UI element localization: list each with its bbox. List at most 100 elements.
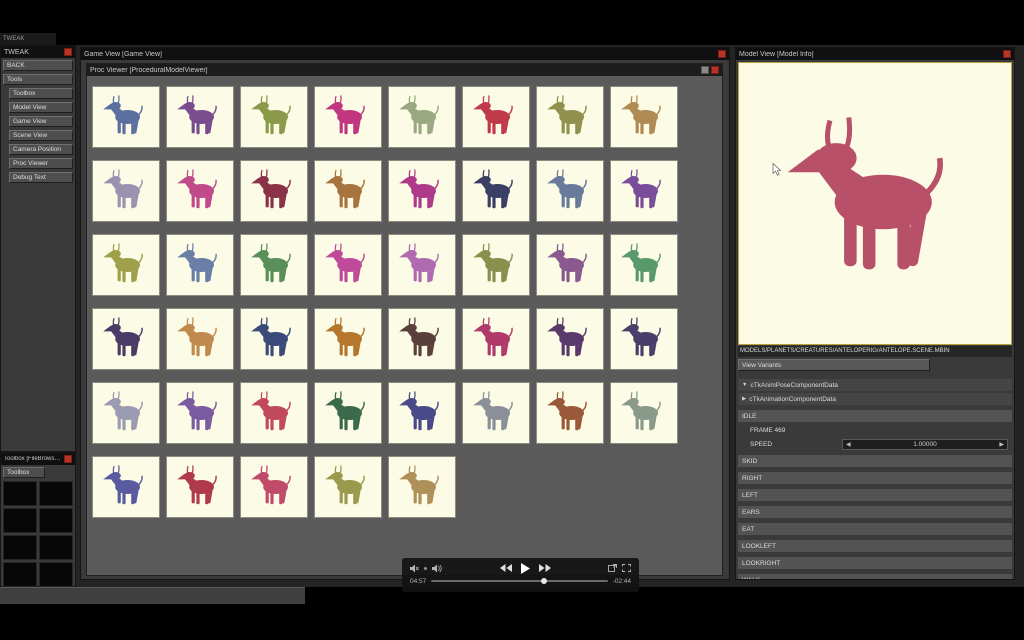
creature-thumbnail[interactable] [610,234,678,296]
close-icon[interactable] [1003,50,1011,58]
seek-slider[interactable] [431,578,608,584]
tweak-item-proc-viewer[interactable]: Proc Viewer [9,158,73,169]
anim-section-lookright[interactable]: LOOKRIGHT [738,557,1012,569]
seek-handle[interactable] [541,578,548,584]
creature-thumbnail[interactable] [314,308,382,370]
file-slot[interactable] [3,508,37,533]
fullscreen-icon[interactable] [622,564,631,572]
tweak-item-model-view[interactable]: Model View [9,102,73,113]
creature-thumbnail[interactable] [92,234,160,296]
close-icon[interactable] [711,66,719,74]
file-slot[interactable] [3,535,37,560]
file-slot[interactable] [39,508,73,533]
anim-section-skid[interactable]: SKID [738,455,1012,467]
creature-thumbnail[interactable] [240,160,308,222]
creature-thumbnail[interactable] [610,382,678,444]
file-slot[interactable] [39,535,73,560]
creature-thumbnail[interactable] [314,382,382,444]
anim-section-idle[interactable]: IDLE [738,410,1012,422]
creature-thumbnail[interactable] [610,86,678,148]
tweak-item-toolbox[interactable]: Toolbox [9,88,73,99]
creature-thumbnail[interactable] [388,86,456,148]
creature-thumbnail[interactable] [314,160,382,222]
spinner-left-arrow-icon[interactable]: ◀ [846,441,851,448]
creature-thumbnail[interactable] [462,382,530,444]
creature-thumbnail[interactable] [462,160,530,222]
speed-spinner[interactable]: ◀ 1.00000 ▶ [842,438,1008,450]
toolbox-button[interactable]: Toolbox [3,467,45,478]
creature-thumbnail[interactable] [462,308,530,370]
tweak-item-debug-text[interactable]: Debug Text [9,172,73,183]
volume-icon[interactable] [432,564,442,573]
creature-thumbnail[interactable] [240,382,308,444]
play-button[interactable] [520,562,530,574]
creature-thumbnail[interactable] [462,234,530,296]
creature-thumbnail[interactable] [388,308,456,370]
tweak-item-tools[interactable]: Tools [3,74,73,85]
creature-thumbnail[interactable] [166,308,234,370]
rewind-button[interactable] [499,564,512,572]
anim-section-ears[interactable]: EARS [738,506,1012,518]
close-icon[interactable] [64,48,72,56]
spinner-right-arrow-icon[interactable]: ▶ [999,441,1004,448]
creature-thumbnail[interactable] [166,160,234,222]
tweak-item-game-view[interactable]: Game View [9,116,73,127]
anim-section-lookleft[interactable]: LOOKLEFT [738,540,1012,552]
creature-thumbnail[interactable] [92,308,160,370]
creature-thumbnail[interactable] [166,86,234,148]
creature-thumbnail[interactable] [92,160,160,222]
creature-thumbnail[interactable] [92,456,160,518]
creature-thumbnail[interactable] [536,234,604,296]
creature-thumbnail[interactable] [314,456,382,518]
anim-section-walk[interactable]: WALK [738,574,1012,579]
anim-section-eat[interactable]: EAT [738,523,1012,535]
chevron-right-icon[interactable]: ▶ [742,396,746,402]
file-slot[interactable] [39,481,73,506]
view-variants-button[interactable]: View Variants [738,359,930,371]
chevron-down-icon[interactable]: ▼ [742,382,747,388]
game-view-titlebar[interactable]: Game View [Game View] [81,48,729,60]
creature-thumbnail[interactable] [536,160,604,222]
anim-section-right[interactable]: RIGHT [738,472,1012,484]
taskbar-tab[interactable]: TWEAK [0,33,56,45]
file-slot[interactable] [3,481,37,506]
tweak-titlebar[interactable]: TWEAK [1,46,75,58]
creature-thumbnail[interactable] [536,86,604,148]
tweak-item-camera-position[interactable]: Camera Position [9,144,73,155]
creature-thumbnail[interactable] [240,86,308,148]
file-slot[interactable] [39,562,73,587]
anim-section-left[interactable]: LEFT [738,489,1012,501]
close-icon[interactable] [718,50,726,58]
fast-forward-button[interactable] [538,564,551,572]
proc-viewer-titlebar[interactable]: Proc Viewer [ProceduralModelViewer] [87,64,722,76]
creature-thumbnail[interactable] [240,234,308,296]
creature-thumbnail[interactable] [166,382,234,444]
toolbox-titlebar[interactable]: Toolbox [FileBrowser] [1,453,75,465]
creature-thumbnail[interactable] [462,86,530,148]
creature-thumbnail[interactable] [388,382,456,444]
model-view-titlebar[interactable]: Model View [Model Info] [736,48,1014,60]
speed-spinner-row[interactable]: SPEED ◀ 1.00000 ▶ [738,438,1012,450]
creature-thumbnail[interactable] [314,234,382,296]
tweak-item-back[interactable]: BACK [3,60,73,71]
creature-thumbnail[interactable] [92,86,160,148]
mute-icon[interactable] [410,564,419,573]
file-slot[interactable] [3,562,37,587]
tweak-item-scene-view[interactable]: Scene View [9,130,73,141]
minimize-icon[interactable] [701,66,709,74]
creature-thumbnail[interactable] [610,308,678,370]
creature-thumbnail[interactable] [536,382,604,444]
creature-thumbnail[interactable] [166,456,234,518]
model-3d-viewport[interactable] [738,62,1012,345]
creature-thumbnail[interactable] [388,456,456,518]
creature-thumbnail[interactable] [536,308,604,370]
creature-thumbnail[interactable] [240,456,308,518]
pop-out-icon[interactable] [608,564,617,572]
creature-thumbnail[interactable] [92,382,160,444]
creature-thumbnail[interactable] [388,160,456,222]
creature-thumbnail[interactable] [314,86,382,148]
creature-thumbnail[interactable] [610,160,678,222]
anim-field-frame-469[interactable]: FRAME 469 [738,424,1012,436]
close-icon[interactable] [64,455,72,463]
creature-thumbnail[interactable] [240,308,308,370]
